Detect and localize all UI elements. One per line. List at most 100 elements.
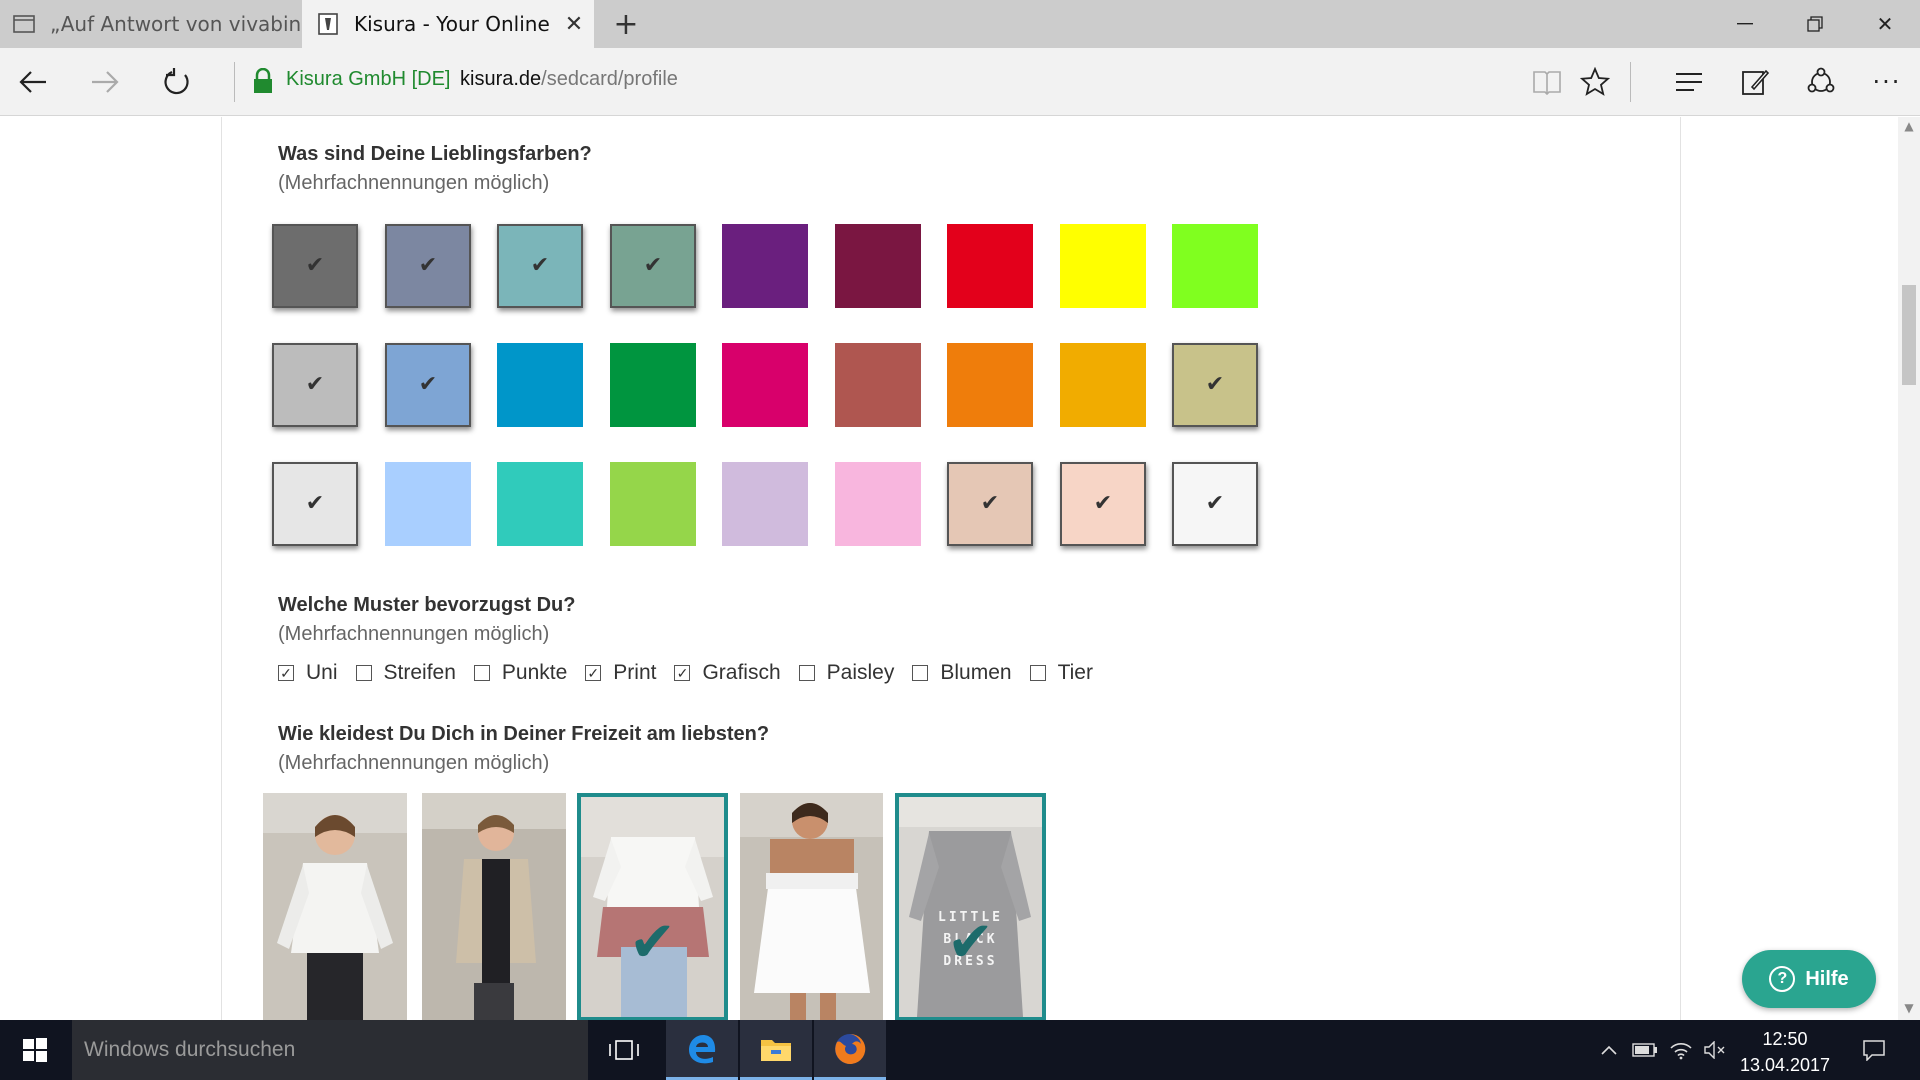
color-swatch[interactable]: ✔ [1060,462,1146,546]
checkbox-checked-icon[interactable]: ✓ [278,665,294,681]
color-swatch[interactable] [835,224,921,308]
color-swatch[interactable] [722,224,808,308]
battery-icon[interactable] [1628,1020,1662,1080]
color-swatch[interactable]: ✔ [497,224,583,308]
outfit-little-black-dress[interactable]: LITTLE BLACK DRESS ✔ [895,793,1046,1020]
color-swatch[interactable]: ✔ [272,343,358,427]
color-swatch[interactable] [722,343,808,427]
back-icon[interactable] [8,58,58,106]
windows-start-icon[interactable] [0,1020,70,1080]
help-button[interactable]: ? Hilfe [1742,950,1876,1008]
pattern-label: Grafisch [702,661,781,684]
tab-vivabini[interactable]: „Auf Antwort von vivabini.d [0,0,302,48]
color-swatch[interactable] [947,224,1033,308]
browser-nav-bar: Kisura GmbH [DE] kisura.de/sedcard/profi… [0,48,1920,116]
color-swatch[interactable]: ✔ [272,224,358,308]
close-window-icon[interactable]: ✕ [1850,0,1920,48]
scroll-up-icon[interactable]: ▲ [1898,119,1920,133]
check-icon: ✔ [1205,491,1225,516]
color-swatch[interactable] [947,343,1033,427]
question-icon: ? [1769,966,1796,992]
pattern-label: Blumen [940,661,1012,684]
color-swatch[interactable] [385,462,471,546]
action-center-icon[interactable] [1852,1020,1896,1080]
color-swatch[interactable] [835,462,921,546]
close-tab-icon[interactable]: ✕ [554,12,594,37]
outfit-black-dress-blazer[interactable] [422,793,566,1020]
color-swatch[interactable]: ✔ [385,343,471,427]
web-note-icon[interactable] [1730,58,1780,106]
check-icon: ✔ [629,910,676,975]
refresh-icon[interactable] [152,58,202,106]
pattern-option-paisley[interactable]: Paisley [798,661,894,685]
share-icon[interactable] [1796,58,1846,106]
color-swatch[interactable]: ✔ [385,224,471,308]
page-scrollbar[interactable]: ▲ ▼ [1898,117,1920,1020]
colors-question-subtitle: (Mehrfachnennungen möglich) [278,172,550,194]
outfit-casual-jeans[interactable]: ✔ [577,793,728,1020]
pattern-option-grafisch[interactable]: ✓ Grafisch [674,661,781,685]
color-swatch[interactable] [1172,224,1258,308]
scroll-down-icon[interactable]: ▼ [1898,1001,1920,1015]
color-swatch[interactable] [610,462,696,546]
clock-date: 13.04.2017 [1739,1055,1831,1075]
pattern-option-streifen[interactable]: Streifen [355,661,456,685]
wifi-icon[interactable] [1664,1020,1698,1080]
taskbar-search-input[interactable]: Windows durchsuchen [72,1020,588,1080]
hub-icon[interactable] [1664,58,1714,106]
color-swatch[interactable] [610,343,696,427]
minimize-icon[interactable] [1710,0,1780,48]
restore-icon[interactable] [1780,0,1850,48]
new-tab-icon[interactable]: + [606,4,646,44]
tab-kisura[interactable]: Kisura - Your Online Sty ✕ [302,0,594,48]
task-view-icon[interactable] [588,1020,660,1080]
pattern-label: Streifen [383,661,456,684]
outfit-white-strapless-dress[interactable] [740,793,883,1020]
pattern-option-blumen[interactable]: Blumen [912,661,1012,685]
colors-question-title: Was sind Deine Lieblingsfarben? [278,143,592,165]
color-swatch[interactable]: ✔ [1172,343,1258,427]
checkbox-unchecked-icon[interactable] [1029,665,1046,681]
check-icon: ✔ [643,253,663,278]
pattern-option-tier[interactable]: Tier [1029,661,1093,685]
checkbox-unchecked-icon[interactable] [355,665,372,681]
color-swatch[interactable]: ✔ [610,224,696,308]
checkbox-checked-icon[interactable]: ✓ [674,665,691,681]
color-swatch[interactable] [1060,224,1146,308]
edge-browser-icon[interactable] [666,1020,738,1080]
more-menu-icon[interactable]: ··· [1862,58,1912,106]
color-swatch[interactable] [722,462,808,546]
checkbox-checked-icon[interactable]: ✓ [585,665,602,681]
reading-view-icon[interactable] [1522,58,1572,106]
color-swatch[interactable]: ✔ [272,462,358,546]
lock-icon[interactable] [252,67,274,94]
checkbox-unchecked-icon[interactable] [798,665,815,681]
tray-chevron-up-icon[interactable] [1594,1020,1624,1080]
color-swatch[interactable]: ✔ [1172,462,1258,546]
system-clock[interactable]: 12:50 13.04.2017 [1730,1026,1840,1078]
pattern-option-uni[interactable]: ✓ Uni [278,661,338,685]
outfit-white-blouse[interactable] [263,793,407,1020]
color-swatch[interactable]: ✔ [947,462,1033,546]
firefox-icon[interactable] [814,1020,886,1080]
clock-time: 12:50 [1762,1029,1808,1049]
divider [1630,62,1631,102]
volume-muted-icon[interactable] [1698,1020,1732,1080]
forward-icon[interactable] [80,58,130,106]
favorite-star-icon[interactable] [1570,58,1620,106]
color-swatch[interactable] [497,343,583,427]
windows-taskbar: Windows durchsuchen 12:50 13.04.2017 [0,1020,1920,1080]
tab-label: Kisura - Your Online Sty [354,12,554,36]
color-swatch[interactable] [835,343,921,427]
ev-certificate-label[interactable]: Kisura GmbH [DE] [286,68,450,91]
color-swatch[interactable] [497,462,583,546]
checkbox-unchecked-icon[interactable] [473,665,490,681]
color-swatch[interactable] [1060,343,1146,427]
scrollbar-thumb[interactable] [1902,285,1916,385]
address-field[interactable]: kisura.de/sedcard/profile [460,68,678,91]
checkbox-unchecked-icon[interactable] [912,665,929,681]
file-explorer-icon[interactable] [740,1020,812,1080]
pattern-option-print[interactable]: ✓ Print [585,661,656,685]
pattern-option-punkte[interactable]: Punkte [473,661,567,685]
check-icon: ✔ [947,910,994,975]
